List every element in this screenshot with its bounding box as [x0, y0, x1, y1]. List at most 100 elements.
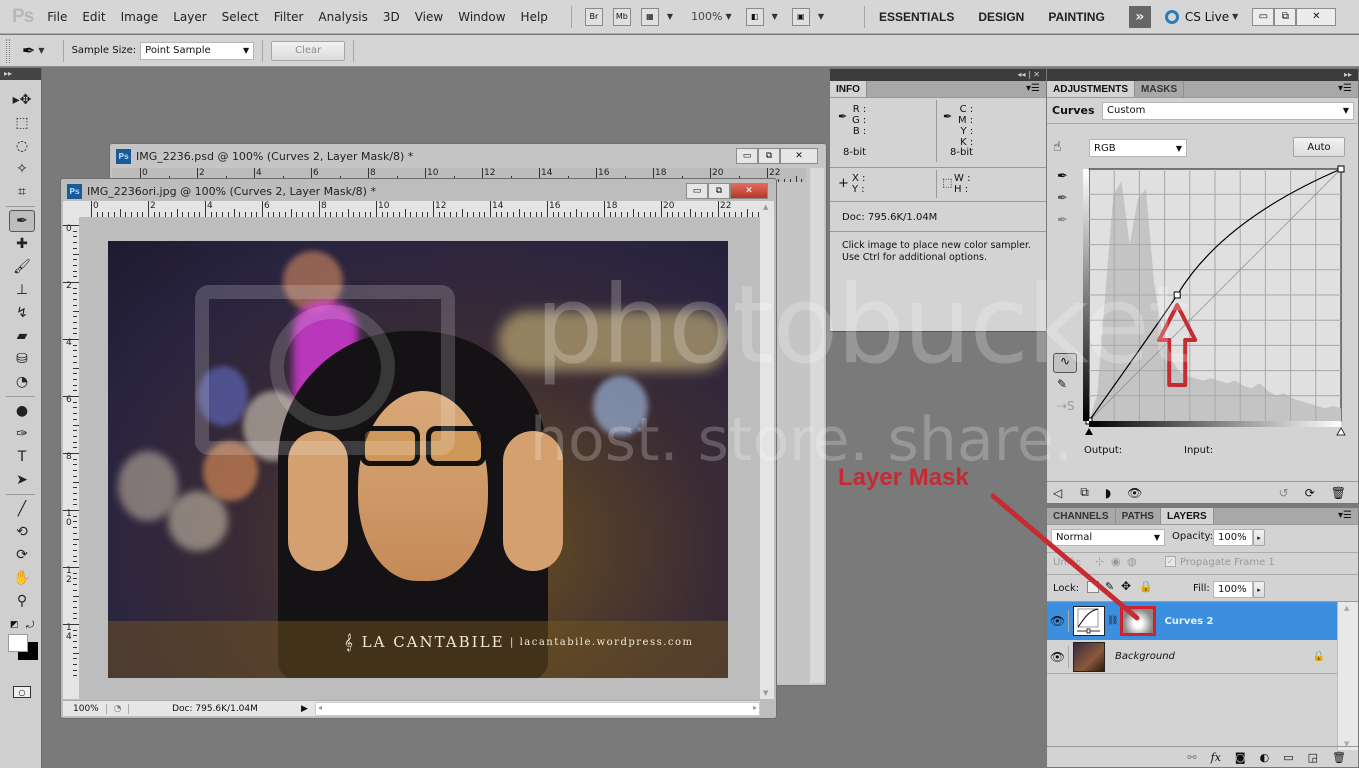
paint-bucket-tool-icon[interactable]: ⛁ [9, 348, 35, 370]
cs-live-button[interactable]: CS Live ▼ [1164, 9, 1238, 24]
restore-button[interactable]: ⧉ [1274, 7, 1297, 26]
vertical-scrollbar[interactable] [810, 168, 824, 683]
layers-scrollbar[interactable]: ▲ ▼ [1337, 602, 1358, 750]
zoom-level[interactable]: 100% [691, 10, 722, 23]
lasso-tool-icon[interactable]: ◌ [9, 135, 35, 157]
layer-name[interactable]: Background [1115, 651, 1175, 662]
menu-help[interactable]: Help [521, 10, 548, 24]
menu-edit[interactable]: Edit [82, 10, 105, 24]
hand-tool-icon[interactable]: ✋ [9, 567, 35, 589]
link-layers-icon[interactable]: ⚯ [1187, 751, 1196, 764]
fill-slider-button[interactable]: ▸ [1253, 581, 1265, 598]
tab-adjustments[interactable]: ADJUSTMENTS [1047, 81, 1136, 97]
layer-style-icon[interactable]: fx [1211, 751, 1221, 764]
path-select-tool-icon[interactable]: ➤ [9, 469, 35, 491]
chevron-down-icon[interactable]: ▼ [772, 12, 778, 21]
chevron-down-icon[interactable]: ▼ [726, 12, 732, 21]
screen-mode-icon[interactable]: ▣ [791, 7, 810, 26]
burn-tool-icon[interactable]: ● [9, 400, 35, 422]
new-layer-icon[interactable]: ◲ [1308, 751, 1318, 764]
reset-icon[interactable]: ⟳ [1305, 486, 1315, 500]
auto-button[interactable]: Auto [1293, 137, 1345, 157]
vertical-scrollbar[interactable]: ▲ ▼ [760, 201, 774, 699]
close-button[interactable]: ✕ [780, 148, 818, 164]
dodge-tool-icon[interactable]: ◔ [9, 371, 35, 393]
zoom-field[interactable]: 100% [63, 703, 107, 714]
type-tool-icon[interactable]: T [9, 446, 35, 468]
delete-layer-icon[interactable]: 🗑 [1332, 751, 1346, 764]
panel-menu-icon[interactable]: ▾☰ [1338, 83, 1352, 94]
navigator-icon[interactable]: ◔ [107, 703, 129, 714]
tab-layers[interactable]: LAYERS [1160, 508, 1214, 524]
close-button[interactable]: ✕ [1296, 7, 1337, 26]
3d-orbit-tool-icon[interactable]: ⟳ [9, 544, 35, 566]
pencil-icon[interactable]: ✎ [1057, 377, 1067, 391]
fill-field[interactable]: 100% [1213, 581, 1253, 598]
more-workspaces-button[interactable]: » [1128, 5, 1151, 28]
add-mask-icon[interactable]: ◙ [1235, 751, 1246, 764]
swap-colors-icon[interactable]: ⤾ [26, 620, 34, 631]
3d-rotate-tool-icon[interactable]: ⟲ [9, 521, 35, 543]
workspace-essentials[interactable]: ESSENTIALS [879, 10, 954, 24]
menu-analysis[interactable]: Analysis [318, 10, 367, 24]
curves-graph[interactable] [1083, 165, 1347, 437]
black-point-eyedropper-icon[interactable]: ✒ [1057, 169, 1068, 184]
mini-bridge-button[interactable]: Mb [612, 7, 631, 26]
eraser-tool-icon[interactable]: ▰ [9, 325, 35, 347]
opacity-slider-button[interactable]: ▸ [1253, 529, 1265, 546]
panel-menu-icon[interactable]: ▾☰ [1026, 83, 1040, 94]
minimize-button[interactable]: ▭ [686, 183, 708, 199]
workspace-design[interactable]: DESIGN [978, 10, 1024, 24]
horizontal-scrollbar[interactable]: ◂ ▸ [315, 701, 760, 716]
bridge-button[interactable]: Br [584, 7, 603, 26]
healing-brush-tool-icon[interactable]: ✚ [9, 233, 35, 255]
drag-grip[interactable] [6, 38, 10, 63]
move-tool-icon[interactable]: ▸✥ [9, 89, 35, 111]
curve-point-tool-icon[interactable]: ∿ [1053, 353, 1077, 373]
foreground-color[interactable] [8, 634, 28, 652]
history-brush-tool-icon[interactable]: ↯ [9, 302, 35, 324]
tab-info[interactable]: INFO [830, 81, 867, 97]
layer-row-background[interactable]: 👁 Background 🔒 [1047, 640, 1337, 674]
eye-icon[interactable]: 👁 [1047, 645, 1069, 668]
quick-mask-icon[interactable]: ○ [13, 686, 31, 698]
panel-dock-header[interactable]: ◂◂ | ✕ [830, 69, 1046, 81]
clear-button[interactable]: Clear [271, 40, 346, 61]
view-previous-icon[interactable]: ↺ [1279, 486, 1289, 500]
smooth-curve-icon[interactable]: ⇢S [1057, 399, 1075, 413]
background-thumbnail[interactable] [1073, 641, 1105, 672]
menu-view[interactable]: View [415, 10, 443, 24]
collapse-tools-icon[interactable]: ▸▸ [0, 68, 41, 80]
chevron-down-icon[interactable]: ▼ [38, 46, 44, 55]
menu-file[interactable]: File [47, 10, 67, 24]
zoom-tool-icon[interactable]: ⚲ [9, 590, 35, 612]
menu-3d[interactable]: 3D [383, 10, 400, 24]
opacity-field[interactable]: 100% [1213, 529, 1253, 546]
menu-image[interactable]: Image [121, 10, 159, 24]
eyedropper-tool-preset-icon[interactable]: ✒ [22, 41, 35, 60]
document-title-bar[interactable]: Ps IMG_2236ori.jpg @ 100% (Curves 2, Laye… [61, 179, 776, 203]
workspace-painting[interactable]: PAINTING [1048, 10, 1104, 24]
on-image-adjust-icon[interactable]: ☝ [1053, 139, 1062, 155]
layer-name[interactable]: Curves 2 [1164, 616, 1213, 627]
close-button[interactable]: ✕ [730, 183, 768, 199]
trash-icon[interactable]: 🗑 [1331, 486, 1346, 500]
menu-window[interactable]: Window [458, 10, 505, 24]
pen-tool-icon[interactable]: ✑ [9, 423, 35, 445]
minimize-button[interactable]: ▭ [736, 148, 758, 164]
eyedropper-tool-icon[interactable]: ✒ [9, 210, 35, 232]
brush-tool-icon[interactable]: 🖌 [9, 256, 35, 278]
menu-layer[interactable]: Layer [173, 10, 206, 24]
preset-select[interactable]: Custom ▼ [1102, 101, 1354, 120]
tab-masks[interactable]: MASKS [1135, 81, 1185, 97]
white-point-eyedropper-icon[interactable]: ✒ [1057, 213, 1068, 228]
panel-dock-header[interactable]: ▸▸ [1047, 69, 1358, 81]
minimize-button[interactable]: ▭ [1252, 7, 1275, 26]
eyedropper-icon[interactable]: ✒ [838, 110, 847, 123]
line-tool-icon[interactable]: ╱ [9, 498, 35, 520]
menu-select[interactable]: Select [222, 10, 259, 24]
view-extras-icon[interactable]: ▦ [640, 7, 659, 26]
eyedropper-icon[interactable]: ✒ [943, 110, 952, 123]
default-colors-icon[interactable]: ◩ [10, 620, 19, 630]
chevron-down-icon[interactable]: ▼ [818, 12, 824, 21]
